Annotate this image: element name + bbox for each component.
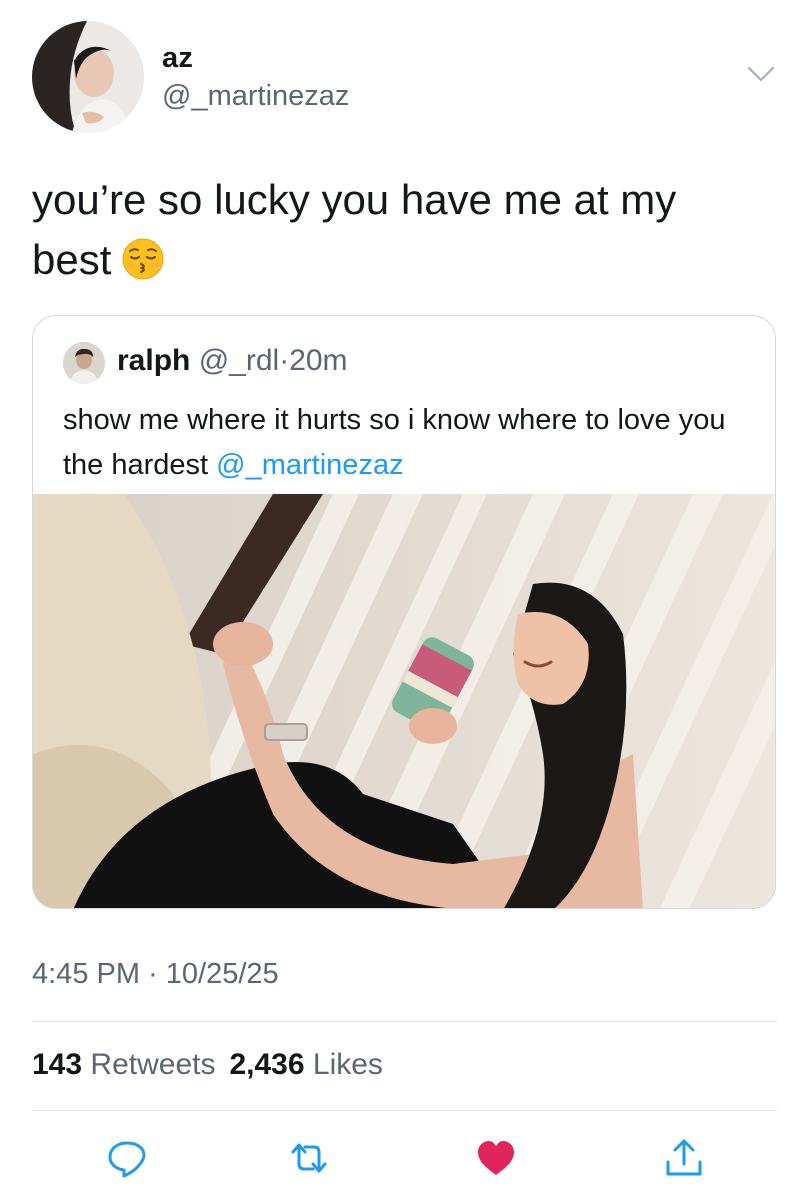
quoted-text: show me where it hurts so i know where t… xyxy=(63,398,753,488)
engagement-stats: 143 Retweets 2,436 Likes xyxy=(32,1048,383,1082)
quoted-age: 20m xyxy=(289,344,348,377)
retweets-count: 143 xyxy=(32,1048,83,1081)
author-display-name[interactable]: az xyxy=(162,42,193,75)
likes-label: Likes xyxy=(312,1048,383,1081)
quoted-tweet-card[interactable]: ralph @_rdl·20m show me where it hurts s… xyxy=(32,315,776,909)
chevron-down-icon[interactable] xyxy=(746,63,776,85)
author-avatar[interactable] xyxy=(32,21,144,133)
divider xyxy=(32,1110,777,1111)
likes-count: 2,436 xyxy=(229,1048,305,1081)
quoted-mention-link[interactable]: @_martinezaz xyxy=(216,449,403,481)
divider xyxy=(32,1021,777,1022)
kissing-face-emoji-icon xyxy=(121,237,165,297)
retweets-label: Retweets xyxy=(90,1048,216,1081)
quoted-photo[interactable] xyxy=(33,494,775,908)
quoted-header: ralph @_rdl·20m xyxy=(117,344,348,378)
tweet-timestamp[interactable]: 4:45 PM · 10/25/25 xyxy=(32,958,279,991)
retweet-button[interactable] xyxy=(287,1136,331,1180)
retweet-icon xyxy=(291,1143,327,1173)
like-button[interactable] xyxy=(474,1136,518,1180)
retweets-stat[interactable]: 143 Retweets xyxy=(32,1048,215,1081)
share-button[interactable] xyxy=(662,1136,706,1180)
like-icon xyxy=(478,1141,514,1175)
meta-separator: · xyxy=(279,344,290,377)
quoted-display-name[interactable]: ralph xyxy=(117,344,190,377)
likes-stat[interactable]: 2,436 Likes xyxy=(229,1048,382,1081)
share-icon xyxy=(666,1139,702,1176)
quoted-author-avatar[interactable] xyxy=(63,342,105,384)
author-handle[interactable]: @_martinezaz xyxy=(162,80,349,113)
reply-icon xyxy=(108,1141,146,1178)
tweet-text: you’re so lucky you have me at my best xyxy=(32,170,752,297)
quoted-handle[interactable]: @_rdl xyxy=(199,344,279,377)
reply-button[interactable] xyxy=(105,1136,149,1180)
